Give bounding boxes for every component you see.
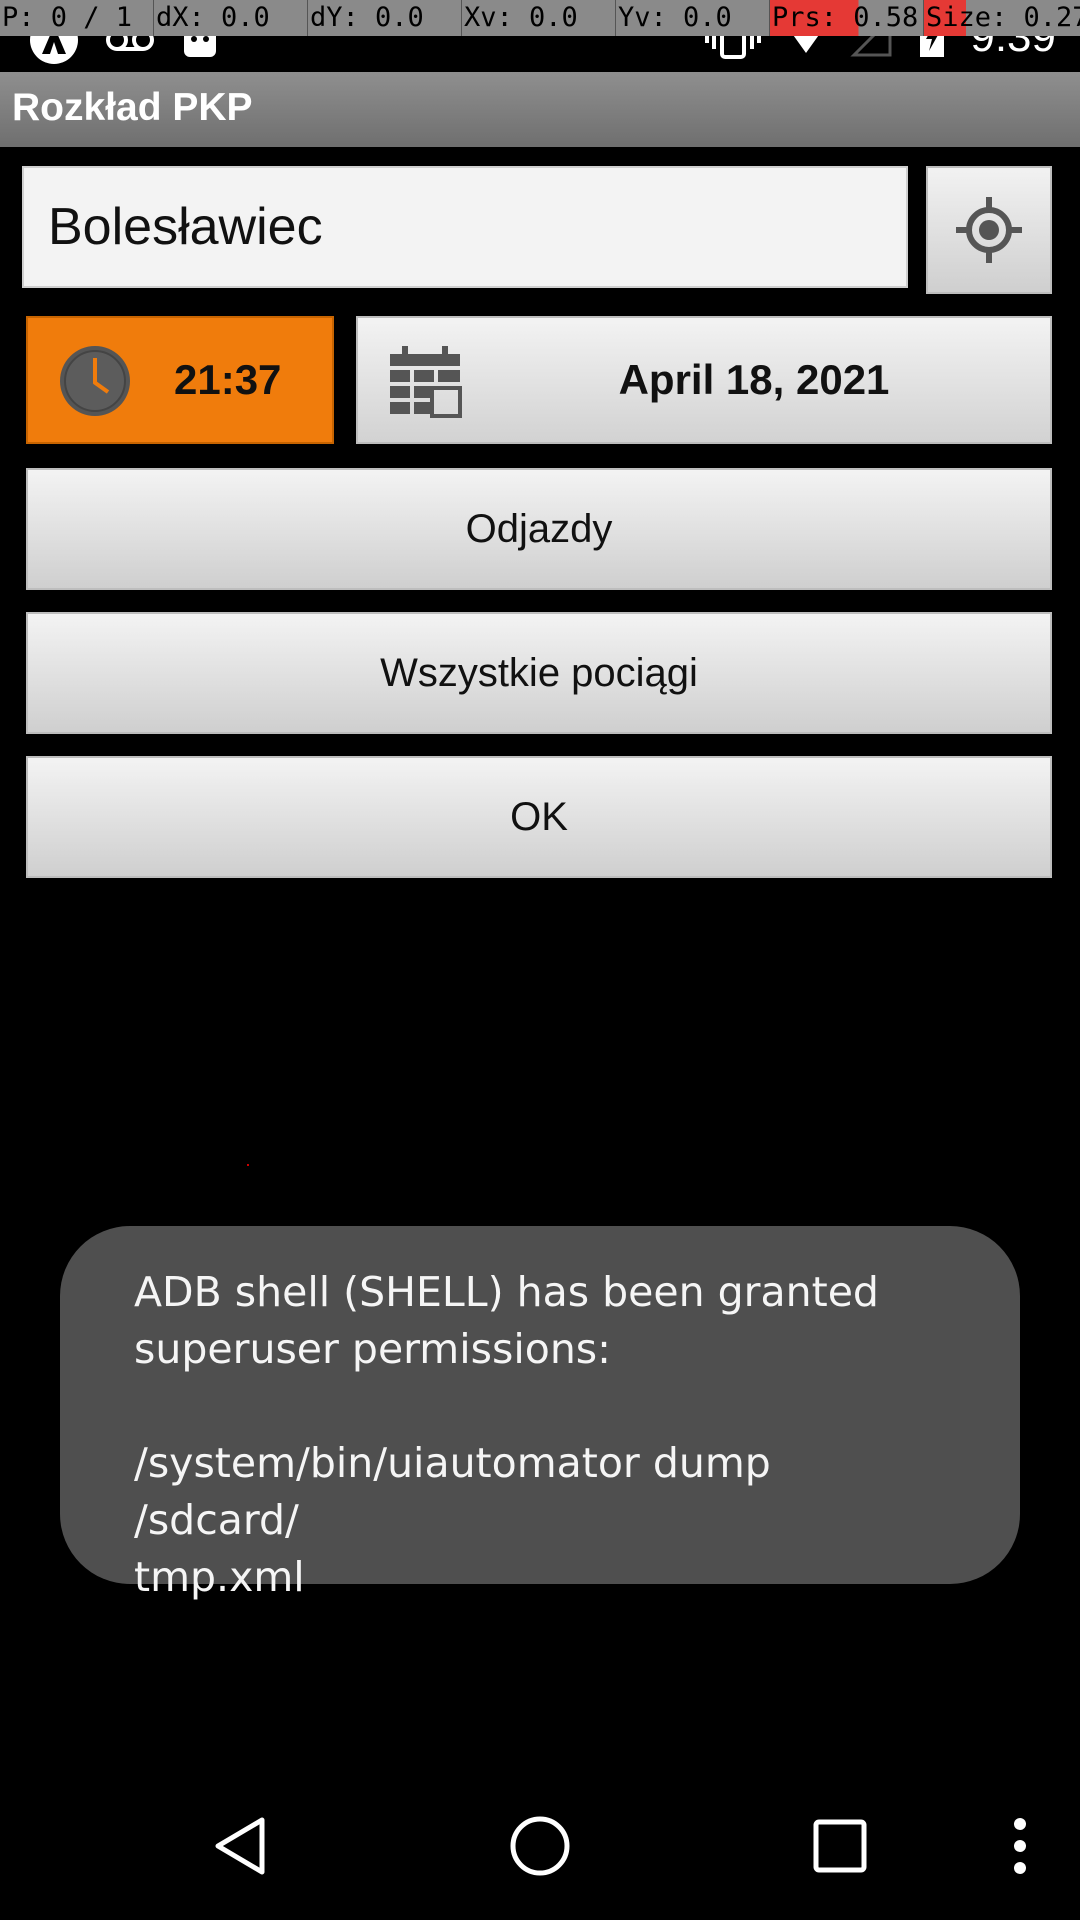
- home-button[interactable]: [490, 1772, 590, 1920]
- calendar-icon: [390, 346, 462, 418]
- debug-dy: dY: 0.0: [308, 0, 462, 36]
- time-button[interactable]: 21:37: [26, 316, 334, 444]
- time-value: 21:37: [174, 356, 282, 403]
- debug-yv: Yv: 0.0: [616, 0, 770, 36]
- home-icon: [510, 1816, 570, 1876]
- action-bar: Rozkład PKP: [0, 72, 1080, 147]
- pointer-location-overlay: P: 0 / 1 dX: 0.0 dY: 0.0 Xv: 0.0 Yv: 0.0…: [0, 0, 1080, 36]
- departures-button[interactable]: Odjazdy: [26, 468, 1052, 590]
- recents-icon: [813, 1819, 867, 1873]
- debug-size: Size: 0.27: [924, 0, 1080, 36]
- navigation-bar: [0, 1772, 1080, 1920]
- locate-button[interactable]: [926, 166, 1052, 294]
- app-title: Rozkład PKP: [12, 86, 253, 129]
- clock-icon: [60, 346, 130, 416]
- debug-xv: Xv: 0.0: [462, 0, 616, 36]
- date-value: April 18, 2021: [618, 356, 890, 403]
- gps-locate-icon: [956, 197, 1022, 263]
- station-input[interactable]: Bolesławiec: [22, 166, 908, 288]
- debug-dx: dX: 0.0: [154, 0, 308, 36]
- toast-message: ADB shell (SHELL) has been granted super…: [134, 1268, 879, 1601]
- debug-size-label: Size: 0.27: [926, 2, 1080, 33]
- recents-button[interactable]: [790, 1772, 890, 1920]
- debug-pressure: Prs: 0.58: [770, 0, 924, 36]
- back-button[interactable]: [190, 1772, 290, 1920]
- date-button[interactable]: April 18, 2021: [356, 316, 1052, 444]
- superuser-toast: ADB shell (SHELL) has been granted super…: [60, 1226, 1020, 1601]
- overflow-menu-button[interactable]: [990, 1772, 1050, 1920]
- overflow-menu-icon: [1014, 1818, 1026, 1874]
- ok-button[interactable]: OK: [26, 756, 1052, 878]
- back-icon: [215, 1817, 265, 1875]
- touch-trace-dot: [247, 1164, 249, 1166]
- debug-pressure-label: Prs: 0.58: [772, 2, 919, 33]
- all-trains-button[interactable]: Wszystkie pociągi: [26, 612, 1052, 734]
- debug-pointer: P: 0 / 1: [0, 0, 154, 36]
